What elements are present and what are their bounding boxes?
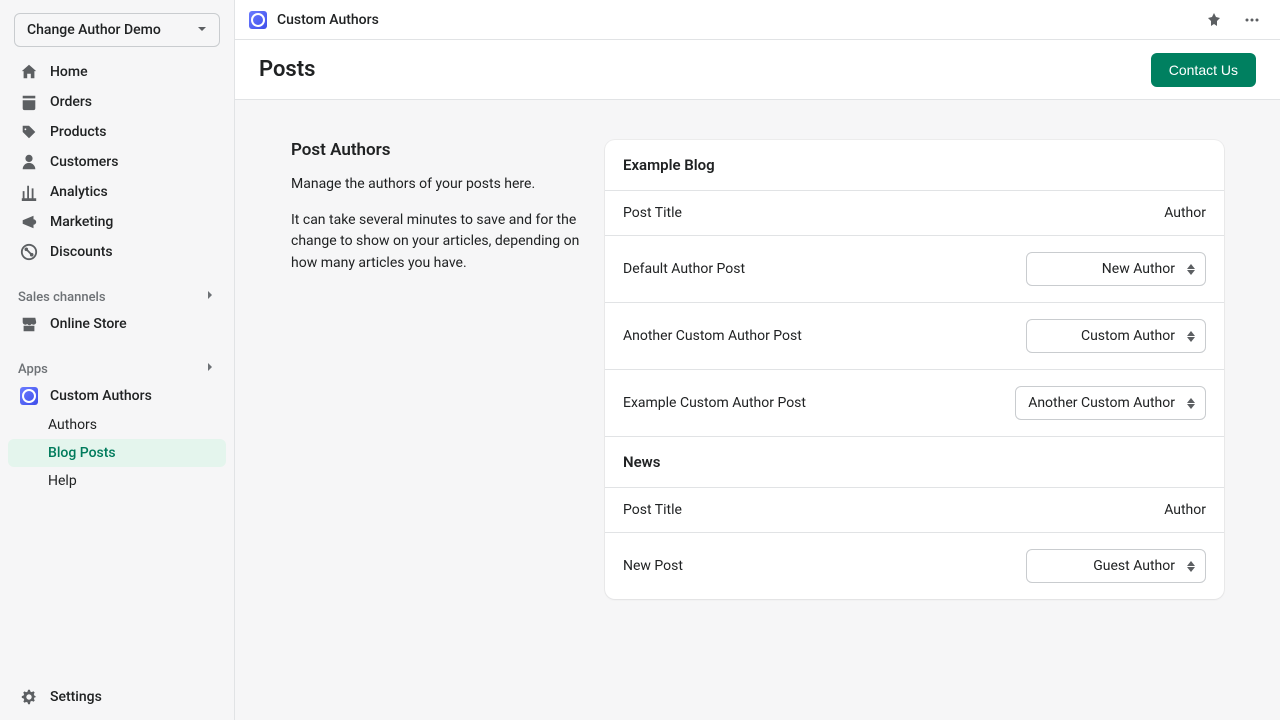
select-caret-icon — [1187, 331, 1195, 342]
select-value: Guest Author — [1039, 558, 1175, 574]
select-caret-icon — [1187, 561, 1195, 572]
orders-icon — [20, 93, 38, 111]
app-icon — [20, 387, 38, 405]
nav-home[interactable]: Home — [8, 57, 226, 87]
select-value: New Author — [1039, 261, 1175, 277]
nav-settings[interactable]: Settings — [8, 682, 226, 712]
section-label: Sales channels — [18, 290, 106, 305]
chevron-right-icon — [204, 289, 216, 305]
nav-label: Home — [50, 64, 88, 80]
nav-label: Orders — [50, 94, 92, 110]
column-header-row: Post Title Author — [605, 487, 1224, 532]
app-icon — [249, 11, 267, 29]
posts-card: Example Blog Post Title Author Default A… — [605, 140, 1224, 599]
nav-label: Online Store — [50, 316, 127, 332]
nav-label: Help — [48, 473, 77, 489]
post-title: Another Custom Author Post — [623, 328, 802, 344]
post-row: Example Custom Author Post Another Custo… — [605, 369, 1224, 436]
nav-custom-authors-app[interactable]: Custom Authors — [8, 381, 226, 411]
main: Custom Authors Posts Contact Us Post Aut… — [234, 0, 1280, 720]
section-description: Manage the authors of your posts here. — [291, 174, 581, 196]
select-value: Another Custom Author — [1028, 395, 1175, 411]
post-title: New Post — [623, 558, 683, 574]
col-post-title: Post Title — [623, 502, 682, 518]
store-switcher[interactable]: Change Author Demo — [14, 13, 220, 47]
sidebar: Change Author Demo Home Orders Products … — [0, 0, 234, 720]
col-author: Author — [1164, 205, 1206, 221]
gear-icon — [20, 688, 38, 706]
nav-discounts[interactable]: Discounts — [8, 237, 226, 267]
section-sales-channels[interactable]: Sales channels — [8, 279, 226, 309]
description-column: Post Authors Manage the authors of your … — [291, 140, 581, 289]
contact-us-button[interactable]: Contact Us — [1151, 53, 1256, 87]
home-icon — [20, 63, 38, 81]
nav-label: Products — [50, 124, 107, 140]
author-select[interactable]: Custom Author — [1026, 319, 1206, 353]
nav-customers[interactable]: Customers — [8, 147, 226, 177]
author-select[interactable]: Guest Author — [1026, 549, 1206, 583]
nav-label: Authors — [48, 417, 97, 433]
nav-label: Blog Posts — [48, 445, 116, 461]
nav-label: Marketing — [50, 214, 113, 230]
nav-online-store[interactable]: Online Store — [8, 309, 226, 339]
column-header-row: Post Title Author — [605, 190, 1224, 235]
select-caret-icon — [1187, 398, 1195, 409]
post-row: Another Custom Author Post Custom Author — [605, 302, 1224, 369]
post-title: Default Author Post — [623, 261, 745, 277]
blog-header: Example Blog — [605, 140, 1224, 190]
select-caret-icon — [1187, 264, 1195, 275]
section-heading: Post Authors — [291, 140, 581, 160]
nav-label: Custom Authors — [50, 388, 152, 404]
pin-button[interactable] — [1200, 6, 1228, 34]
marketing-icon — [20, 213, 38, 231]
col-author: Author — [1164, 502, 1206, 518]
post-row: Default Author Post New Author — [605, 235, 1224, 302]
chevron-right-icon — [204, 361, 216, 377]
page-title: Posts — [259, 57, 315, 82]
analytics-icon — [20, 183, 38, 201]
author-select[interactable]: New Author — [1026, 252, 1206, 286]
nav-products[interactable]: Products — [8, 117, 226, 147]
primary-nav: Home Orders Products Customers Analytics… — [8, 57, 226, 495]
nav-marketing[interactable]: Marketing — [8, 207, 226, 237]
topbar-app-title: Custom Authors — [277, 12, 1190, 28]
more-button[interactable] — [1238, 6, 1266, 34]
discounts-icon — [20, 243, 38, 261]
section-note: It can take several minutes to save and … — [291, 210, 581, 275]
blog-header: News — [605, 436, 1224, 487]
store-switcher-label: Change Author Demo — [27, 22, 161, 38]
products-icon — [20, 123, 38, 141]
nav-label: Discounts — [50, 244, 113, 260]
content: Post Authors Manage the authors of your … — [235, 100, 1280, 720]
caret-down-icon — [197, 22, 207, 38]
topbar: Custom Authors — [235, 0, 1280, 40]
section-label: Apps — [18, 362, 48, 377]
store-icon — [20, 315, 38, 333]
nav-label: Settings — [50, 689, 102, 705]
nav-analytics[interactable]: Analytics — [8, 177, 226, 207]
nav-sub-blog-posts[interactable]: Blog Posts — [8, 439, 226, 467]
post-row: New Post Guest Author — [605, 532, 1224, 599]
select-value: Custom Author — [1039, 328, 1175, 344]
col-post-title: Post Title — [623, 205, 682, 221]
post-title: Example Custom Author Post — [623, 395, 806, 411]
author-select[interactable]: Another Custom Author — [1015, 386, 1206, 420]
nav-sub-help[interactable]: Help — [8, 467, 226, 495]
section-apps[interactable]: Apps — [8, 351, 226, 381]
nav-orders[interactable]: Orders — [8, 87, 226, 117]
page-header: Posts Contact Us — [235, 40, 1280, 100]
nav-sub-authors[interactable]: Authors — [8, 411, 226, 439]
nav-label: Customers — [50, 154, 118, 170]
customers-icon — [20, 153, 38, 171]
nav-label: Analytics — [50, 184, 108, 200]
